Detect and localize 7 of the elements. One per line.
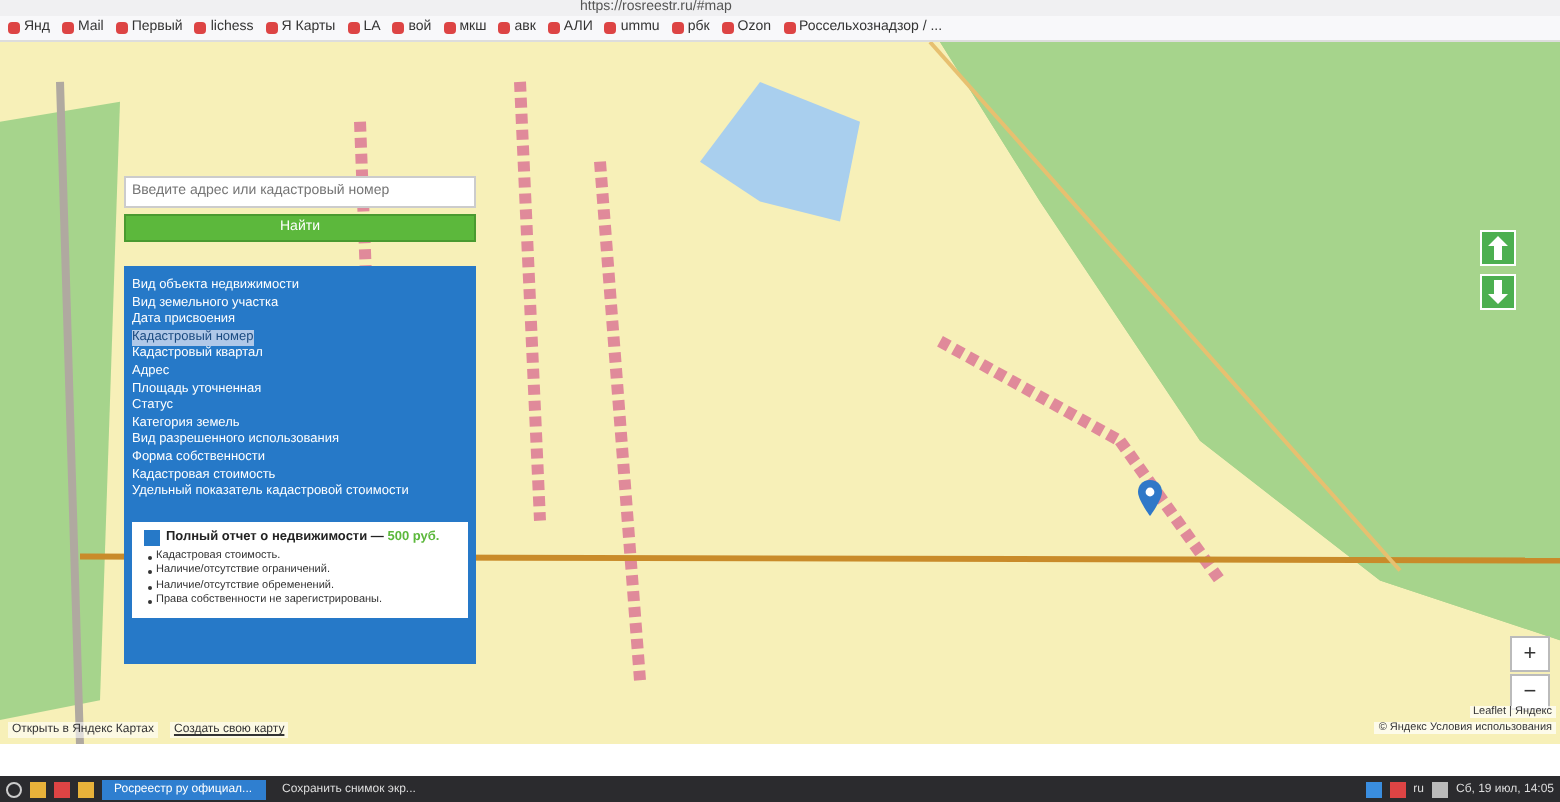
start-menu-icon[interactable]: [6, 781, 22, 798]
map-pin-icon: [1138, 479, 1162, 516]
down-arrow-button[interactable]: [1480, 273, 1516, 310]
app-icon[interactable]: [54, 781, 70, 798]
report-checkbox[interactable]: [144, 529, 160, 546]
zoom-in-button[interactable]: +: [1510, 635, 1550, 672]
up-arrow-button[interactable]: [1480, 229, 1516, 266]
